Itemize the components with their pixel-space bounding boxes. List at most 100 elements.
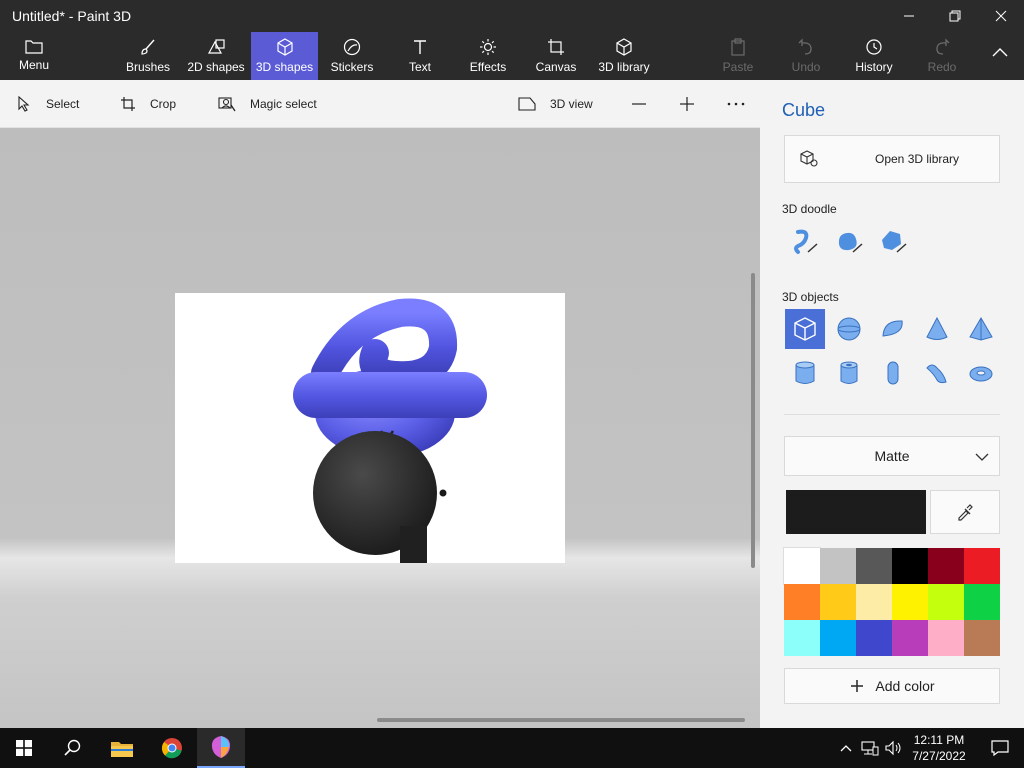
2d-shapes-icon bbox=[207, 39, 225, 54]
cone-object-button[interactable] bbox=[917, 309, 957, 349]
capsule-icon bbox=[887, 361, 899, 385]
more-options-button[interactable] bbox=[727, 80, 759, 128]
cube-object-button[interactable] bbox=[785, 309, 825, 349]
file-explorer-icon bbox=[111, 742, 133, 757]
tab-brushes[interactable]: Brushes bbox=[120, 32, 176, 80]
current-color-swatch[interactable] bbox=[786, 490, 926, 534]
tab-stickers[interactable]: Stickers bbox=[326, 32, 378, 80]
close-button[interactable] bbox=[978, 0, 1024, 32]
sharp-doodle-button[interactable] bbox=[873, 221, 913, 261]
redo-button[interactable]: Redo bbox=[920, 32, 964, 80]
paste-button[interactable]: Paste bbox=[716, 32, 760, 80]
palette-swatch[interactable] bbox=[892, 584, 928, 620]
tube-icon bbox=[840, 361, 858, 384]
chrome-button[interactable] bbox=[148, 728, 196, 768]
black-cube[interactable] bbox=[400, 526, 427, 563]
action-center-button[interactable] bbox=[976, 728, 1024, 768]
palette-swatch[interactable] bbox=[928, 548, 964, 584]
tab-canvas[interactable]: Canvas bbox=[534, 32, 578, 80]
tab-2d-shapes[interactable]: 2D shapes bbox=[184, 32, 248, 80]
add-color-label: Add color bbox=[875, 678, 935, 694]
undo-button[interactable]: Undo bbox=[784, 32, 828, 80]
vertical-scrollbar[interactable] bbox=[751, 273, 755, 568]
file-explorer-button[interactable] bbox=[98, 728, 146, 768]
palette-swatch[interactable] bbox=[783, 547, 821, 585]
history-button[interactable]: History bbox=[850, 32, 898, 80]
tab-brushes-label: Brushes bbox=[125, 60, 171, 74]
palette-swatch[interactable] bbox=[784, 584, 820, 620]
palette-swatch[interactable] bbox=[820, 620, 856, 656]
palette-swatch[interactable] bbox=[892, 620, 928, 656]
tab-effects-label: Effects bbox=[469, 60, 507, 74]
drawing-canvas[interactable] bbox=[175, 293, 565, 563]
system-clock[interactable]: 12:11 PM 7/27/2022 bbox=[904, 732, 974, 764]
tube-object-button[interactable] bbox=[829, 353, 869, 393]
tool-bar: Select Crop Magic select 3D view bbox=[0, 80, 760, 128]
donut-object-button[interactable] bbox=[961, 353, 1001, 393]
menu-button[interactable]: Menu bbox=[8, 32, 60, 80]
palette-swatch[interactable] bbox=[892, 548, 928, 584]
3d-view-button[interactable]: 3D view bbox=[518, 80, 593, 128]
palette-swatch[interactable] bbox=[856, 620, 892, 656]
start-button[interactable] bbox=[0, 728, 48, 768]
palette-swatch[interactable] bbox=[820, 548, 856, 584]
magic-select-tool[interactable]: Magic select bbox=[218, 80, 317, 128]
workspace[interactable] bbox=[0, 128, 760, 728]
minus-icon bbox=[632, 103, 646, 105]
material-dropdown[interactable]: Matte bbox=[784, 436, 1000, 476]
menu-label: Menu bbox=[18, 58, 50, 72]
soft-edge-doodle-button[interactable] bbox=[829, 221, 869, 261]
doodle-section-label: 3D doodle bbox=[782, 202, 837, 216]
volume-button[interactable] bbox=[882, 728, 906, 768]
select-tool[interactable]: Select bbox=[16, 80, 79, 128]
hat-band[interactable] bbox=[293, 372, 487, 418]
palette-swatch[interactable] bbox=[856, 584, 892, 620]
title-bar: Untitled* - Paint 3D bbox=[0, 0, 1024, 32]
palette-swatch[interactable] bbox=[784, 620, 820, 656]
eyedropper-button[interactable] bbox=[930, 490, 1000, 534]
palette-swatch[interactable] bbox=[820, 584, 856, 620]
collapse-ribbon-button[interactable] bbox=[982, 32, 1018, 80]
pyramid-object-button[interactable] bbox=[961, 309, 1001, 349]
ribbon: Menu Brushes 2D shapes 3D shapes Sticker… bbox=[0, 32, 1024, 80]
chevron-up-icon bbox=[840, 745, 852, 752]
tab-canvas-label: Canvas bbox=[535, 60, 577, 74]
small-dot[interactable] bbox=[439, 489, 447, 497]
curved-cylinder-object-button[interactable] bbox=[917, 353, 957, 393]
open-3d-library-button[interactable]: Open 3D library bbox=[784, 135, 1000, 183]
material-value: Matte bbox=[874, 448, 910, 464]
horizontal-scrollbar[interactable] bbox=[377, 718, 745, 722]
sharp-edge-doodle-button[interactable] bbox=[785, 221, 825, 261]
sphere-object-button[interactable] bbox=[829, 309, 869, 349]
network-button[interactable] bbox=[858, 728, 882, 768]
tab-text[interactable]: Text bbox=[398, 32, 442, 80]
palette-swatch[interactable] bbox=[928, 584, 964, 620]
palette-swatch[interactable] bbox=[856, 548, 892, 584]
palette-swatch[interactable] bbox=[964, 548, 1000, 584]
cylinder-object-button[interactable] bbox=[785, 353, 825, 393]
text-icon bbox=[414, 40, 426, 54]
paint-3d-taskbar-button[interactable] bbox=[197, 728, 245, 768]
crop-tool[interactable]: Crop bbox=[120, 80, 176, 128]
tab-3d-shapes[interactable]: 3D shapes bbox=[251, 32, 318, 80]
show-hidden-icons-button[interactable] bbox=[834, 728, 858, 768]
zoom-in-button[interactable] bbox=[678, 80, 710, 128]
minimize-button[interactable] bbox=[886, 0, 932, 32]
zoom-out-button[interactable] bbox=[630, 80, 662, 128]
add-color-button[interactable]: Add color bbox=[784, 668, 1000, 704]
doodle-tube[interactable] bbox=[311, 298, 458, 390]
tab-effects[interactable]: Effects bbox=[466, 32, 510, 80]
palette-swatch[interactable] bbox=[964, 620, 1000, 656]
search-button[interactable] bbox=[48, 728, 96, 768]
doodle-blob-icon bbox=[838, 232, 863, 253]
palette-swatch[interactable] bbox=[928, 620, 964, 656]
panel-title: Cube bbox=[782, 100, 826, 120]
tab-3d-library[interactable]: 3D library bbox=[594, 32, 654, 80]
restore-button[interactable] bbox=[932, 0, 978, 32]
cylinder-icon bbox=[795, 361, 815, 384]
history-icon bbox=[866, 39, 882, 55]
palette-swatch[interactable] bbox=[964, 584, 1000, 620]
hemisphere-object-button[interactable] bbox=[873, 309, 913, 349]
tab-3d-shapes-label: 3D shapes bbox=[255, 60, 314, 74]
capsule-object-button[interactable] bbox=[873, 353, 913, 393]
